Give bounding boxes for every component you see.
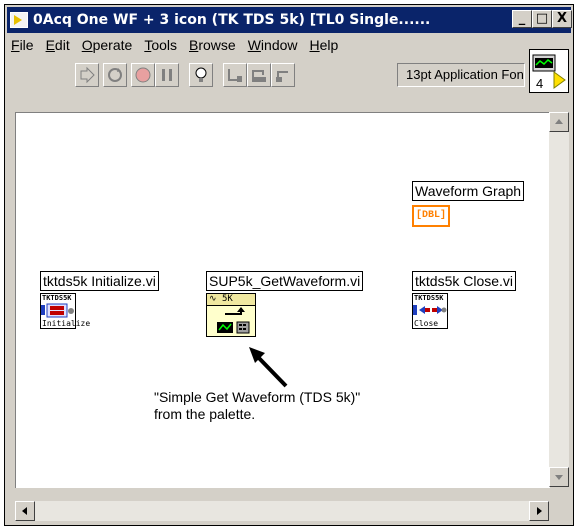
toolbar: 13pt Application Fon	[7, 57, 525, 91]
scroll-right-icon	[537, 507, 542, 515]
step-over-icon	[252, 70, 266, 82]
step-out-button[interactable]	[271, 63, 295, 87]
pause-icon	[162, 69, 172, 81]
maximize-icon: □	[535, 11, 549, 26]
menu-browse[interactable]: Browse	[189, 37, 236, 53]
connector-number: 4	[536, 76, 544, 91]
scroll-up-icon	[555, 119, 563, 124]
window-title: 0Acq One WF + 3 icon (TK TDS 5k) [TL0 Si…	[33, 12, 431, 28]
menu-file[interactable]: File	[11, 37, 34, 53]
horizontal-scrollbar[interactable]	[15, 501, 549, 521]
pause-button[interactable]	[155, 63, 179, 87]
getwaveform-vi-icon[interactable]: ∿ 5K	[206, 293, 256, 337]
run-button[interactable]	[75, 63, 99, 87]
get-arrow-icon	[217, 307, 250, 334]
font-dropdown[interactable]: 13pt Application Fon	[397, 63, 525, 87]
close-vi-footer: Close	[414, 319, 439, 328]
labview-icon	[10, 12, 28, 28]
diagram-comment: "Simple Get Waveform (TDS 5k)" from the …	[154, 389, 361, 422]
scroll-up-button[interactable]	[549, 112, 569, 132]
waveform-graph-label: Waveform Graph	[412, 181, 525, 201]
initialize-vi-icon[interactable]: TKTDS5K Initialize	[40, 293, 90, 329]
graph-terminal-type: [DBL]	[415, 210, 446, 221]
scroll-down-button[interactable]	[549, 467, 569, 487]
menu-edit[interactable]: Edit	[46, 37, 70, 53]
title-bar[interactable]: 0Acq One WF + 3 icon (TK TDS 5k) [TL0 Si…	[7, 7, 572, 33]
stop-icon	[135, 67, 151, 83]
scroll-right-button[interactable]	[529, 501, 549, 521]
highlight-execution-button[interactable]	[189, 63, 213, 87]
menu-bar: File Edit Operate Tools Browse Window He…	[7, 35, 517, 55]
menu-help[interactable]: Help	[310, 37, 339, 53]
block-diagram[interactable]: Waveform Graph [DBL] tktds5k Initialize.…	[15, 112, 550, 488]
reset-idn-icon	[41, 303, 74, 318]
disconnect-icon	[413, 305, 447, 315]
initialize-vi-header: TKTDS5K	[41, 294, 75, 303]
minimize-icon: _	[518, 11, 526, 26]
getwaveform-vi-header: ∿ 5K	[207, 294, 255, 306]
vi-window: 0Acq One WF + 3 icon (TK TDS 5k) [TL0 Si…	[4, 4, 574, 526]
maximize-button[interactable]: □	[532, 10, 552, 28]
lightbulb-icon	[195, 67, 207, 82]
waveform-graph-terminal[interactable]: [DBL]	[412, 205, 450, 227]
scroll-down-icon	[555, 475, 563, 480]
run-continuously-icon	[108, 68, 122, 82]
step-out-icon	[276, 71, 288, 82]
menu-window[interactable]: Window	[248, 37, 298, 53]
scroll-left-icon	[22, 507, 27, 515]
menu-operate[interactable]: Operate	[82, 37, 133, 53]
size-grip[interactable]	[549, 501, 569, 521]
close-button[interactable]: X	[552, 10, 572, 28]
initialize-vi-label: tktds5k Initialize.vi	[40, 271, 159, 291]
scroll-left-button[interactable]	[15, 501, 35, 521]
run-continuously-button[interactable]	[103, 63, 127, 87]
initialize-vi-footer: Initialize	[42, 319, 91, 328]
abort-button[interactable]	[131, 63, 155, 87]
connector-pane-icon[interactable]: 4	[529, 49, 569, 93]
step-into-button[interactable]	[223, 63, 247, 87]
vertical-scrollbar[interactable]	[549, 112, 569, 487]
close-vi-icon[interactable]: TKTDS5K Close	[412, 293, 448, 329]
close-icon: X	[556, 11, 568, 26]
step-over-button[interactable]	[247, 63, 271, 87]
minimize-button[interactable]: _	[512, 10, 532, 28]
menu-tools[interactable]: Tools	[144, 37, 177, 53]
step-into-icon	[228, 69, 242, 82]
run-arrow-icon	[80, 66, 95, 84]
close-vi-label: tktds5k Close.vi	[412, 271, 517, 291]
close-vi-header: TKTDS5K	[413, 294, 447, 303]
getwaveform-vi-label: SUP5k_GetWaveform.vi	[206, 271, 364, 291]
